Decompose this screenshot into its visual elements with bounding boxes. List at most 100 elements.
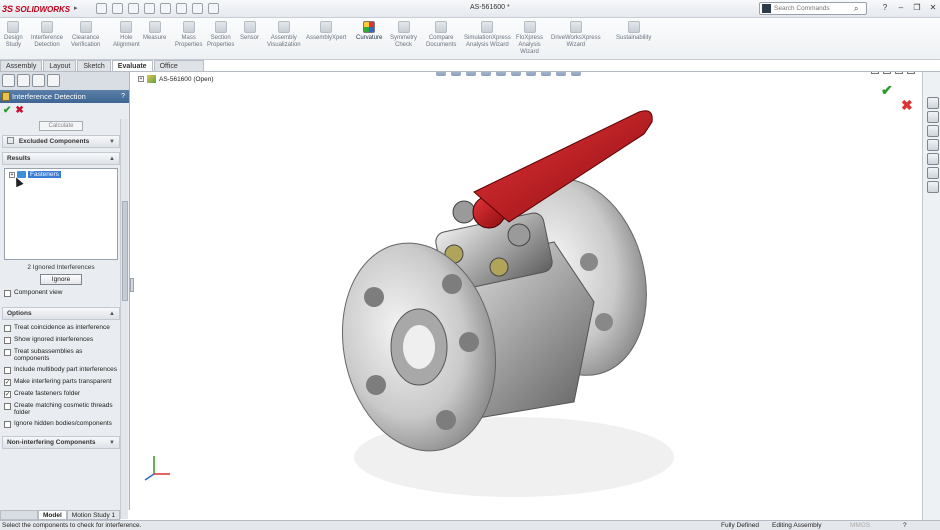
resources-icon[interactable] [927, 97, 939, 109]
help-icon[interactable]: ? [121, 90, 125, 103]
interference-icon [2, 92, 10, 101]
checkbox-icon: ✓ [4, 391, 11, 398]
option-checkbox[interactable]: ✓ Create fasteners folder [4, 390, 118, 398]
print-icon[interactable] [144, 3, 155, 14]
rebuild-icon[interactable] [192, 3, 203, 14]
ribbon-interference-detection-button[interactable]: Interference Detection [31, 21, 63, 49]
bottom-tab-model[interactable]: Model [38, 510, 67, 520]
ribbon-driveworksxpress-wizard-button[interactable]: DriveWorksXpress Wizard [551, 21, 601, 49]
status-defined: Fully Defined [721, 522, 759, 529]
ribbon-mass-properties-button[interactable]: Mass Properties [175, 21, 202, 49]
search-icon[interactable]: ⌕ [854, 4, 858, 14]
search-scope-icon[interactable] [762, 4, 771, 13]
non-interfering-section[interactable]: Non-interfering Components ▼ [2, 436, 120, 449]
property-manager-tab-icon[interactable] [17, 74, 30, 87]
document-title: AS-561600 * [470, 4, 510, 11]
panel-content: Calculate Excluded Components ▼ Results … [2, 119, 120, 509]
restore-icon[interactable]: ❐ [912, 3, 922, 13]
custom-properties-icon[interactable] [927, 181, 939, 193]
property-manager-panel: Interference Detection ? ✔ ✖ Calculate E… [0, 72, 130, 519]
ribbon-tool-icon [214, 21, 227, 33]
bottom-tabs: Model Motion Study 1 [0, 510, 200, 520]
option-checkbox[interactable]: Include multibody part interferences [4, 366, 118, 374]
option-checkbox[interactable]: ✓ Make interfering parts transparent [4, 378, 118, 386]
ribbon-sustainability-button[interactable]: Sustainability [616, 21, 651, 42]
undo-icon[interactable] [160, 3, 171, 14]
minimize-icon[interactable]: – [896, 3, 906, 13]
scroll-thumb[interactable] [122, 201, 128, 301]
option-checkbox[interactable]: Show ignored interferences [4, 336, 118, 344]
new-icon[interactable] [96, 3, 107, 14]
configuration-tab-icon[interactable] [32, 74, 45, 87]
panel-tabs [0, 72, 129, 90]
search-input[interactable] [774, 5, 854, 12]
ribbon-design-study-button[interactable]: Design Study [4, 21, 23, 49]
option-checkbox[interactable]: Create matching cosmetic threads folder [4, 402, 118, 416]
status-units[interactable]: MMGS [850, 521, 870, 530]
ribbon-sensor-button[interactable]: Sensor [240, 21, 259, 42]
ribbon-tool-icon [182, 21, 195, 33]
ribbon-clearance-verification-button[interactable]: Clearance Verification [71, 21, 100, 49]
bottom-tab-motion-study-1[interactable]: Motion Study 1 [66, 510, 121, 520]
ignore-button[interactable]: Ignore [40, 274, 82, 285]
ribbon-section-properties-button[interactable]: Section Properties [207, 21, 234, 49]
feature-tree-tab-icon[interactable] [2, 74, 15, 87]
options-icon[interactable] [208, 3, 219, 14]
ribbon-tool-icon [7, 21, 20, 33]
close-icon[interactable]: ✕ [928, 3, 938, 13]
open-icon[interactable] [112, 3, 123, 14]
option-checkbox[interactable]: Treat coincidence as interference [4, 324, 118, 332]
tab-office-products[interactable]: Office Products [153, 60, 204, 81]
command-tabs: AssemblyLayoutSketchEvaluateOffice Produ… [0, 60, 205, 81]
search-results-icon[interactable] [927, 139, 939, 151]
ribbon-measure-button[interactable]: Measure [143, 21, 166, 42]
checkbox-icon [4, 403, 11, 410]
ribbon-floxpress-analysis-wizard-button[interactable]: FloXpress Analysis Wizard [516, 21, 543, 56]
ribbon-curvature-button[interactable]: Curvature [356, 21, 382, 42]
tab-navigation-arrows[interactable] [0, 510, 38, 520]
solidworks-logo[interactable]: 3S SOLIDWORKS [2, 2, 72, 16]
ball-valve-model[interactable] [134, 72, 922, 520]
excluded-components-section[interactable]: Excluded Components ▼ [2, 135, 120, 148]
ok-check-icon[interactable]: ✔ [3, 105, 11, 116]
panel-header: Interference Detection ? [0, 90, 129, 103]
cancel-x-icon[interactable]: ✖ [15, 105, 23, 116]
tab-evaluate[interactable]: Evaluate [111, 60, 153, 71]
calculate-button[interactable]: Calculate [39, 121, 83, 131]
expand-icon[interactable]: + [9, 171, 15, 178]
component-view-checkbox[interactable]: Component view [4, 289, 118, 297]
checkbox-icon [4, 349, 11, 356]
tab-sketch[interactable]: Sketch [77, 60, 111, 71]
options-section[interactable]: Options ▲ [2, 307, 120, 320]
tab-assembly[interactable]: Assembly [0, 60, 43, 71]
panel-scrollbar[interactable] [120, 119, 128, 519]
ribbon-simulationxpress-analysis-wizard-button[interactable]: SimulationXpress Analysis Wizard [464, 21, 511, 49]
design-library-icon[interactable] [927, 111, 939, 123]
ribbon-symmetry-check-button[interactable]: Symmetry Check [390, 21, 417, 49]
results-list[interactable]: + Fasteners [4, 168, 118, 260]
chevron-down-icon: ▼ [109, 440, 115, 446]
ribbon-tool-icon [363, 21, 376, 33]
logo-text: SOLIDWORKS [15, 4, 71, 14]
select-icon[interactable] [176, 3, 187, 14]
menu-arrow-icon[interactable]: ▸ [74, 4, 78, 12]
option-checkbox[interactable]: Treat subassemblies as components [4, 348, 118, 362]
file-explorer-icon[interactable] [927, 125, 939, 137]
appearances-icon[interactable] [927, 167, 939, 179]
results-section[interactable]: Results ▲ [2, 152, 120, 165]
ribbon-assemblyxpert-button[interactable]: AssemblyXpert [306, 21, 346, 42]
ribbon-compare-documents-button[interactable]: Compare Documents [426, 21, 456, 49]
appearance-tab-icon[interactable] [47, 74, 60, 87]
save-icon[interactable] [128, 3, 139, 14]
ribbon-assembly-visualization-button[interactable]: Assembly Visualization [267, 21, 301, 49]
tab-layout[interactable]: Layout [43, 60, 77, 71]
chevron-up-icon: ▲ [109, 156, 115, 162]
graphics-viewport[interactable]: + AS-561600 (Open) ✔ ✖ [134, 72, 922, 520]
ribbon-hole-alignment-button[interactable]: Hole Alignment [113, 21, 140, 49]
help-icon[interactable]: ? [880, 3, 890, 13]
ignored-interferences-note: 2 Ignored Interferences [27, 264, 95, 271]
status-message: Select the components to check for inter… [2, 522, 142, 529]
option-checkbox[interactable]: Ignore hidden bodies/components [4, 420, 118, 428]
status-help-icon[interactable]: ? [903, 521, 907, 530]
view-palette-icon[interactable] [927, 153, 939, 165]
